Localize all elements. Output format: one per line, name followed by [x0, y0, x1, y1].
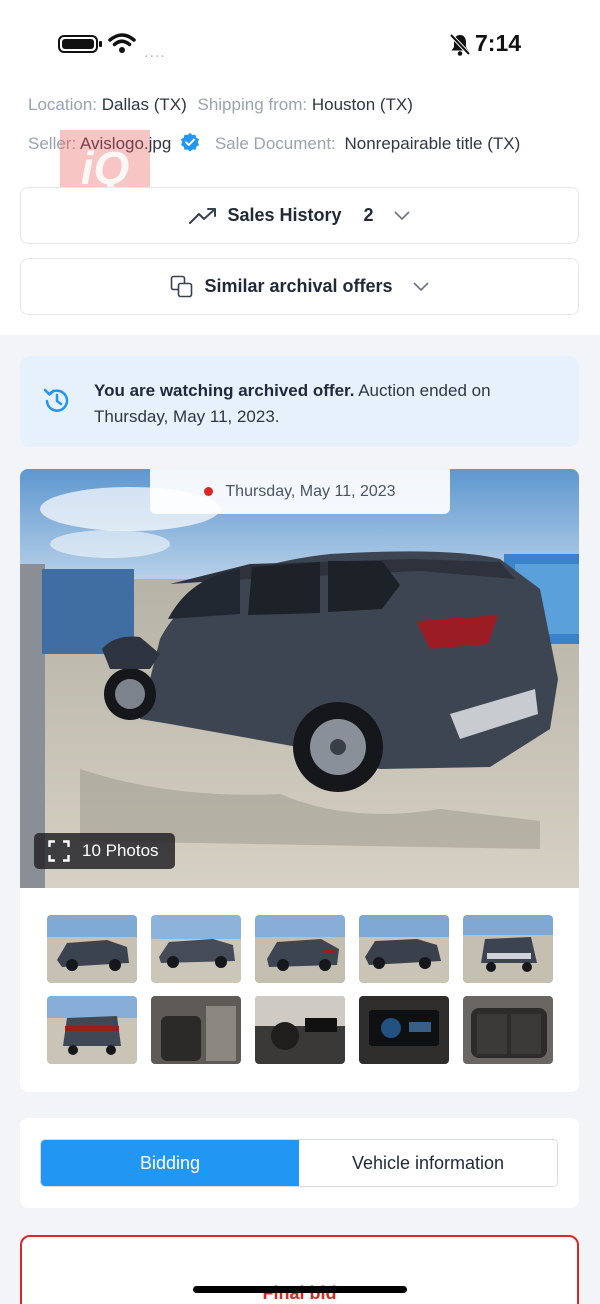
battery-tip: [99, 41, 102, 47]
thumbnail[interactable]: [47, 915, 137, 983]
car-photo: [20, 469, 579, 888]
main-photo[interactable]: Thursday, May 11, 2023 10 Photos: [20, 469, 579, 888]
sales-history-count: 2: [363, 205, 374, 225]
segment-control: Bidding Vehicle information: [40, 1139, 558, 1187]
thumbnail[interactable]: [463, 996, 553, 1064]
thumbnail[interactable]: [359, 915, 449, 983]
thumbnail[interactable]: [255, 996, 345, 1064]
bell-off-icon: [449, 33, 471, 56]
tab-card: Bidding Vehicle information: [20, 1118, 579, 1208]
verified-badge-icon: [181, 133, 200, 152]
status-dot: [204, 487, 214, 496]
archive-notice-bold: You are watching archived offer.: [94, 381, 355, 400]
location-label: Location:: [28, 95, 97, 114]
expand-icon: [48, 840, 70, 862]
location-value: Dallas (TX): [101, 95, 187, 114]
archive-notice: You are watching archived offer. Auction…: [20, 356, 579, 447]
thumbnail[interactable]: [151, 996, 241, 1064]
thumbnail[interactable]: [255, 915, 345, 983]
signal-dots: ....: [144, 45, 166, 61]
photo-gallery: Thursday, May 11, 2023 10 Photos: [20, 469, 579, 1092]
archive-notice-text: You are watching archived offer. Auction…: [94, 378, 544, 430]
sales-history-label: Sales History: [227, 205, 342, 225]
chevron-down-icon: [393, 210, 410, 220]
sales-history-button[interactable]: Sales History 2: [20, 187, 579, 244]
history-icon: [43, 388, 69, 412]
thumbnail[interactable]: [463, 915, 553, 983]
shipping-label: Shipping from:: [197, 95, 308, 114]
chevron-down-icon: [412, 281, 429, 291]
thumbnail-grid: [47, 915, 553, 1064]
auction-date-chip: Thursday, May 11, 2023: [150, 469, 450, 514]
shipping-value: Houston (TX): [311, 95, 413, 114]
clock: 7:14: [475, 30, 522, 56]
battery-icon: [58, 35, 98, 53]
tab-vehicle-information[interactable]: Vehicle information: [299, 1140, 557, 1186]
photos-count-label: 10 Photos: [82, 841, 159, 860]
thumbnail[interactable]: [359, 996, 449, 1064]
sale-document-label: Sale Document:: [214, 134, 336, 153]
wifi-icon: [108, 33, 136, 53]
trend-icon: [189, 207, 217, 224]
similar-offers-label: Similar archival offers: [204, 276, 393, 296]
auction-date: Thursday, May 11, 2023: [225, 482, 396, 500]
thumbnail[interactable]: [47, 996, 137, 1064]
copy-icon: [171, 275, 193, 297]
similar-offers-button[interactable]: Similar archival offers: [20, 258, 579, 315]
tab-bidding[interactable]: Bidding: [41, 1140, 299, 1186]
final-bid-card: Final bid: [20, 1235, 579, 1304]
location-row: Location: Dallas (TX) Shipping from: Hou…: [28, 95, 413, 115]
home-indicator[interactable]: [193, 1286, 407, 1293]
sale-document-value: Nonrepairable title (TX): [344, 134, 521, 153]
status-bar: .... 7:14: [0, 0, 600, 88]
thumbnail[interactable]: [151, 915, 241, 983]
photos-count-button[interactable]: 10 Photos: [34, 833, 175, 869]
